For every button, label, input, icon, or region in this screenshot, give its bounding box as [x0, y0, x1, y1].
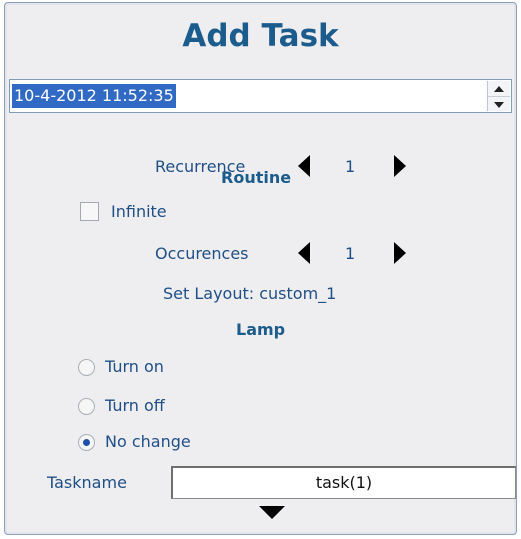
lamp-heading: Lamp	[236, 320, 286, 339]
recurrence-value: 1	[345, 157, 356, 176]
taskname-input[interactable]: task(1)	[171, 466, 516, 499]
routine-heading: Routine	[221, 168, 292, 187]
radio-no-change[interactable]	[78, 434, 95, 451]
lamp-option-label: Turn on	[105, 357, 164, 376]
infinite-checkbox[interactable]	[80, 202, 99, 221]
dialog-title: Add Task	[182, 18, 339, 54]
radio-selected-dot	[83, 439, 90, 446]
recurrence-decrement-icon[interactable]	[298, 155, 310, 177]
set-layout-text: Set Layout: custom_1	[163, 284, 337, 303]
lamp-option-label: Turn off	[105, 396, 165, 415]
datetime-spinner[interactable]: 10-4-2012 11:52:35	[9, 79, 512, 113]
datetime-value[interactable]: 10-4-2012 11:52:35	[12, 84, 176, 108]
spin-down-icon[interactable]	[488, 97, 510, 112]
datetime-spin-buttons	[487, 81, 510, 111]
radio-turn-off[interactable]	[78, 398, 95, 415]
occurences-label: Occurences	[155, 244, 249, 263]
occurences-increment-icon[interactable]	[394, 242, 406, 264]
occurences-value: 1	[345, 244, 356, 263]
infinite-label: Infinite	[111, 202, 167, 221]
expand-down-icon[interactable]	[259, 506, 285, 519]
radio-turn-on[interactable]	[78, 359, 95, 376]
lamp-option-label: No change	[105, 432, 191, 451]
taskname-label: Taskname	[47, 473, 127, 492]
recurrence-increment-icon[interactable]	[394, 155, 406, 177]
spin-up-icon[interactable]	[488, 81, 510, 97]
occurences-decrement-icon[interactable]	[298, 242, 310, 264]
